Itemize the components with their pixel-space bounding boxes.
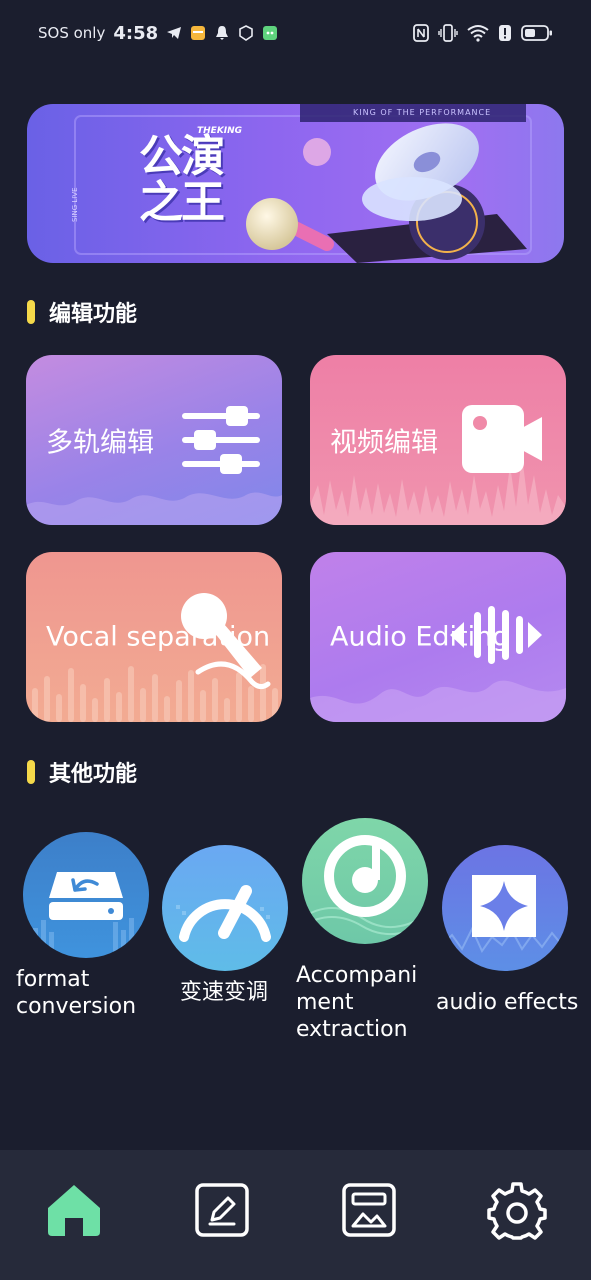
telegram-icon <box>167 27 182 39</box>
alert-icon <box>499 25 511 41</box>
banner-subtitle: KING OF THE PERFORMANCE <box>353 108 492 117</box>
card-label: 多轨编辑 <box>46 427 154 459</box>
wifi-icon <box>467 25 489 42</box>
status-left: SOS only 4:58 <box>38 23 278 44</box>
section-accent-bar <box>27 300 35 324</box>
nav-works[interactable] <box>337 1178 401 1242</box>
tool-circle <box>302 818 428 944</box>
section-other-header: 其他功能 <box>27 756 137 788</box>
tool-audio-effects[interactable]: audio effects <box>436 845 586 1016</box>
chat-icon <box>263 26 278 40</box>
card-multitrack-edit[interactable]: 多轨编辑 <box>26 355 282 525</box>
section-accent-bar <box>27 760 35 784</box>
card-video-edit[interactable]: 视频编辑 <box>310 355 566 525</box>
card-wave-decor <box>26 492 282 525</box>
tool-accompaniment-extraction[interactable]: Accompani ment extraction <box>296 818 436 1043</box>
tool-circle <box>23 832 149 958</box>
section-other-title: 其他功能 <box>49 762 138 787</box>
edit-icon <box>194 1183 249 1237</box>
section-edit-header: 编辑功能 <box>27 296 137 328</box>
home-icon <box>47 1185 100 1236</box>
card-audio-editing[interactable]: Audio Editing <box>310 552 566 722</box>
card-label: 视频编辑 <box>330 427 438 459</box>
video-camera-icon <box>462 405 542 473</box>
tool-circle <box>162 845 288 971</box>
banner-title: 公演之王 <box>139 131 225 228</box>
nav-home[interactable] <box>42 1178 106 1242</box>
tool-label: audio effects <box>436 990 579 1015</box>
tool-label: Accompani ment extraction <box>296 963 418 1042</box>
nav-edit[interactable] <box>190 1178 254 1242</box>
music-disc-icon <box>302 835 428 936</box>
gear-icon <box>487 1182 547 1240</box>
speed-gauge-icon <box>176 885 271 942</box>
status-right <box>413 24 553 42</box>
box-icon <box>239 25 253 41</box>
banner-side-text: SING LIVE <box>71 187 79 222</box>
clock: 4:58 <box>113 22 159 44</box>
sliders-icon <box>182 406 260 474</box>
gallery-icon <box>342 1183 397 1237</box>
bell-icon <box>216 26 229 40</box>
nfc-icon <box>413 24 429 42</box>
carrier-text: SOS only <box>38 24 106 42</box>
status-bar: SOS only 4:58 <box>0 0 591 66</box>
vibrate-icon <box>438 24 458 42</box>
notes-icon <box>191 26 206 40</box>
tool-circle <box>442 845 568 971</box>
banner-artwork <box>74 104 532 263</box>
card-label: Vocal separation <box>46 621 271 653</box>
tool-format-conversion[interactable]: format conversion <box>16 832 156 1020</box>
promo-banner[interactable]: THEKING 公演之王 KING OF THE PERFORMANCE SIN… <box>27 104 564 263</box>
nav-settings[interactable] <box>485 1178 549 1242</box>
section-edit-title: 编辑功能 <box>49 302 138 327</box>
sparkle-icon <box>442 875 568 953</box>
drive-undo-icon <box>33 872 134 958</box>
card-wave-decor <box>310 680 566 722</box>
battery-icon <box>521 25 552 41</box>
tool-speed-pitch[interactable]: 变速变调 <box>162 845 302 1006</box>
tool-label: format conversion <box>16 967 137 1019</box>
card-vocal-separation[interactable]: Vocal separation <box>26 552 282 722</box>
tool-label: 变速变调 <box>180 980 269 1005</box>
card-label: Audio Editing <box>330 621 510 653</box>
bottom-nav <box>0 1150 591 1280</box>
